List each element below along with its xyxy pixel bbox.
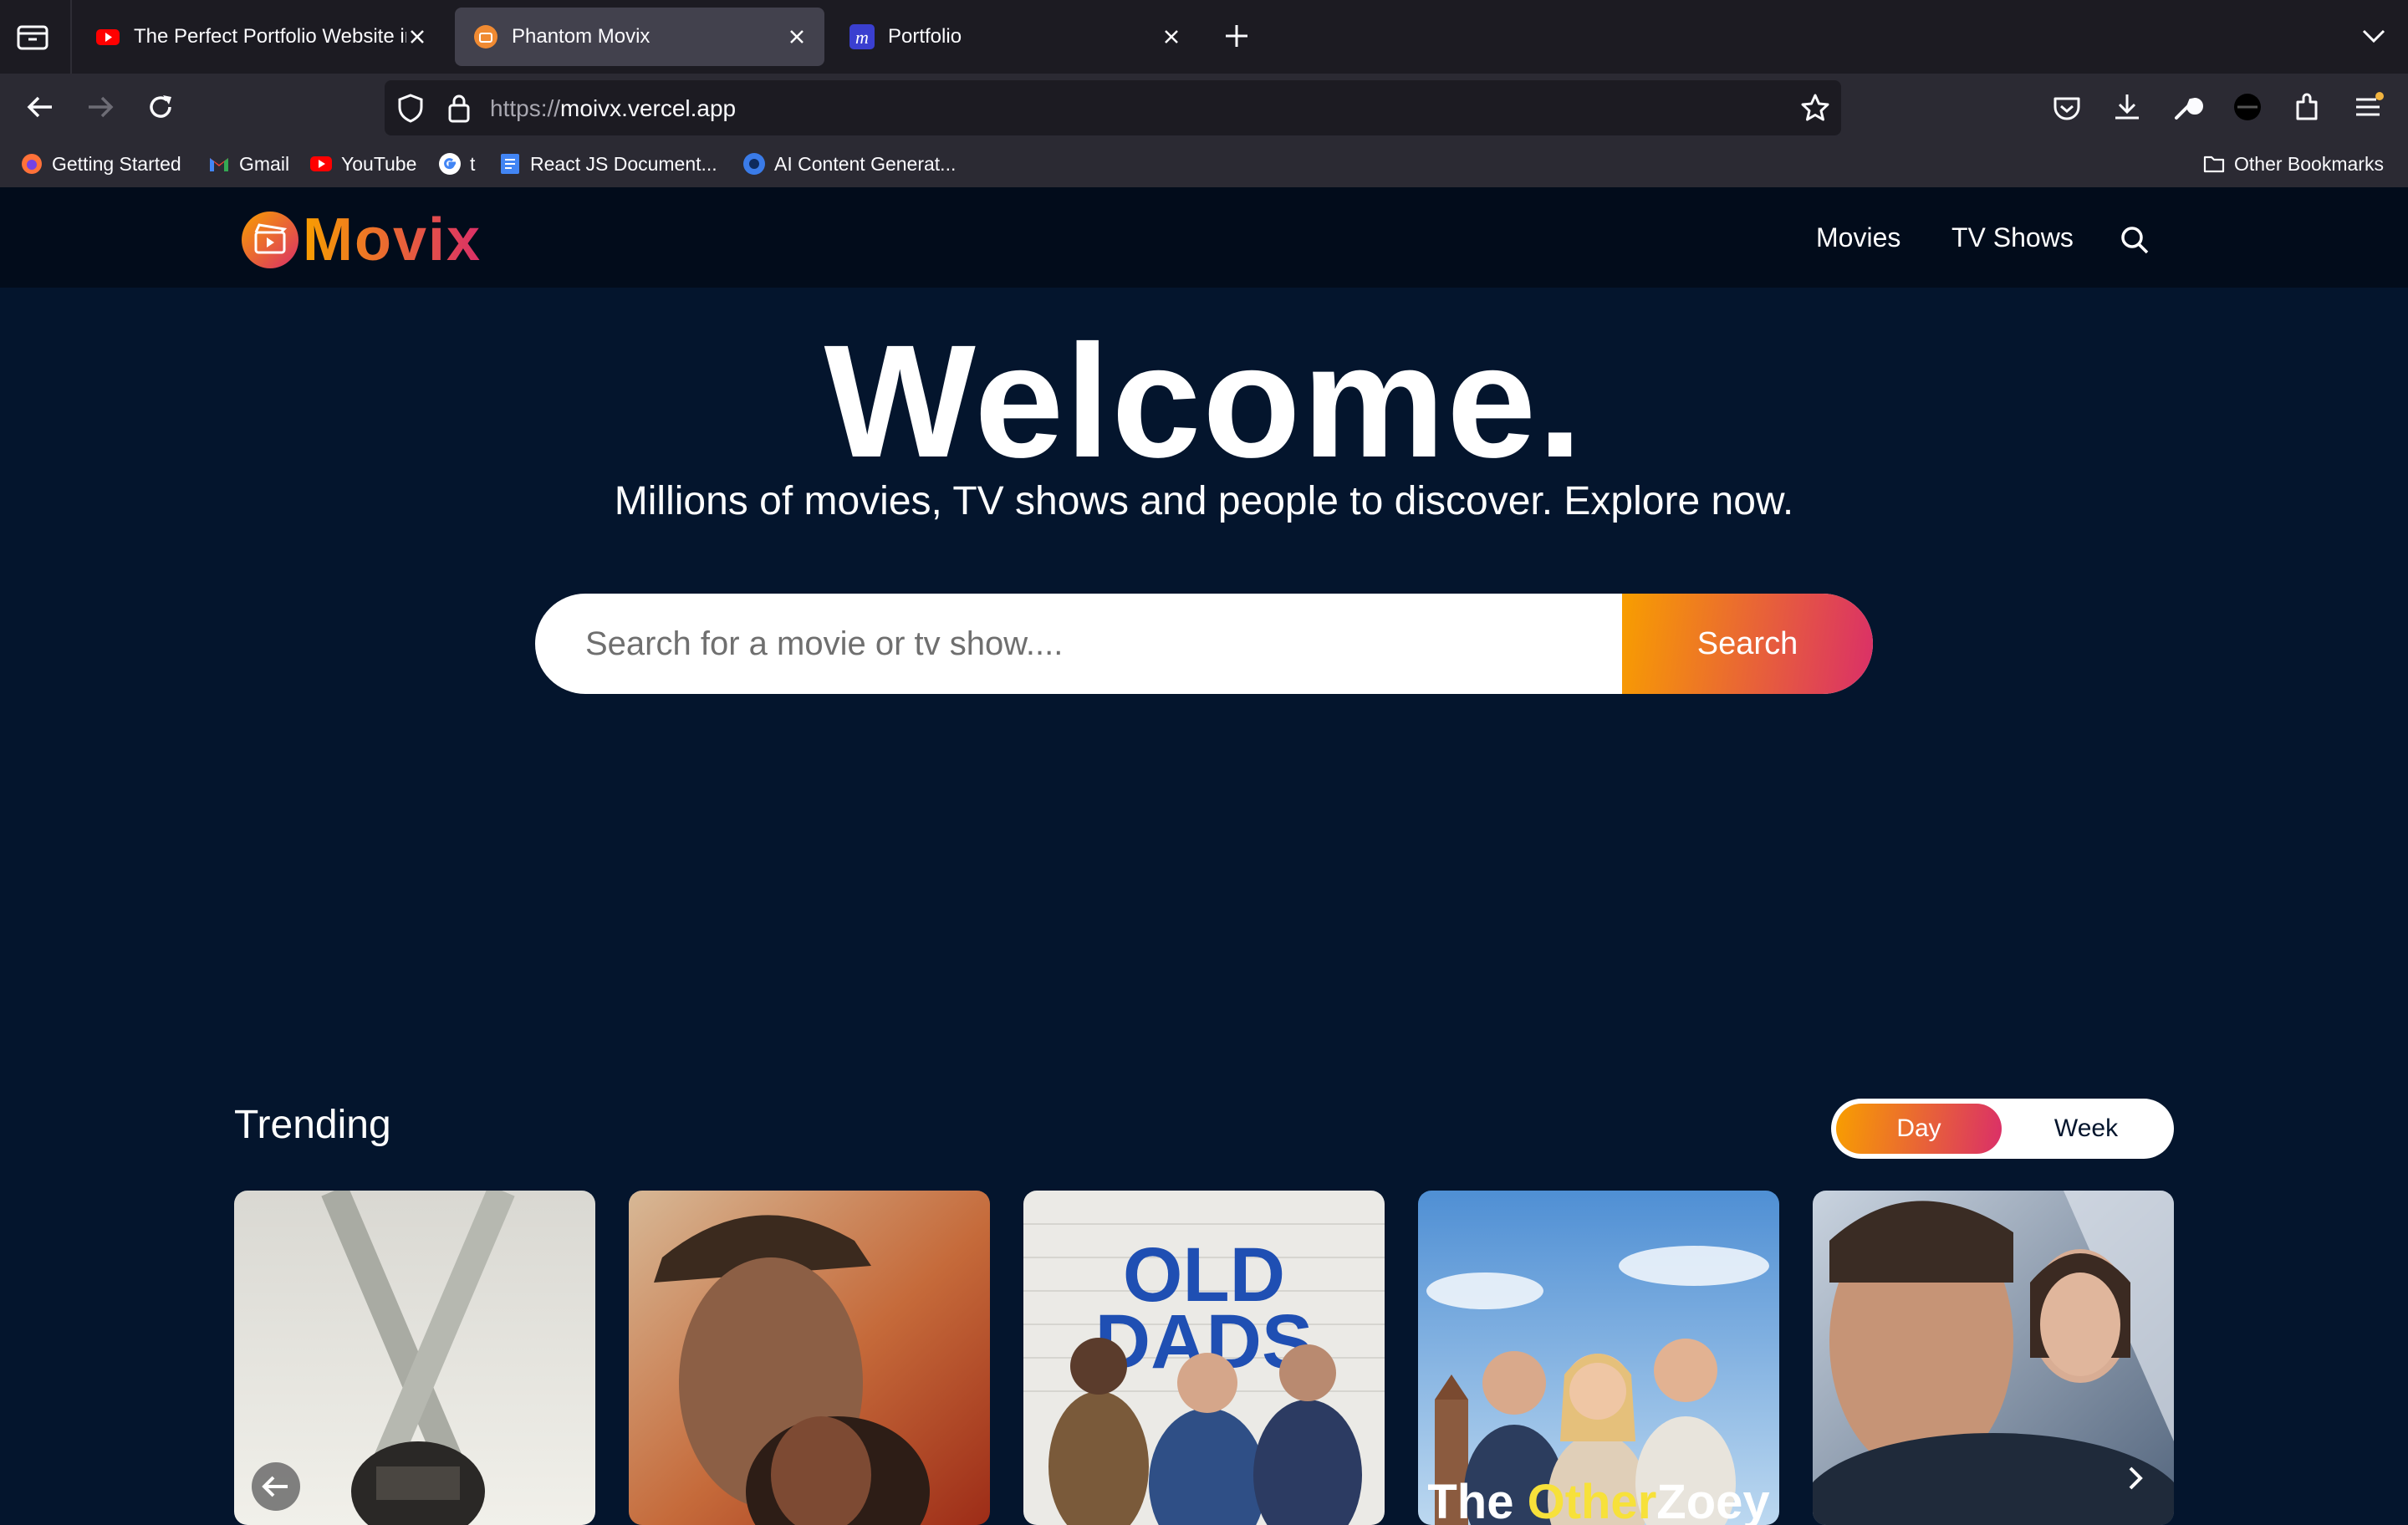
tab-separator xyxy=(70,0,72,74)
clapperboard-icon xyxy=(242,212,298,268)
bookmark-youtube[interactable]: YouTube xyxy=(309,147,416,181)
switch-day[interactable]: Day xyxy=(1836,1104,2002,1154)
search-icon[interactable] xyxy=(2119,224,2150,256)
menu-tv-shows[interactable]: TV Shows xyxy=(1951,222,2074,253)
svg-text:m: m xyxy=(855,27,869,48)
bookmark-react-docs[interactable]: React JS Document... xyxy=(498,147,717,181)
menu-movies[interactable]: Movies xyxy=(1816,222,1900,253)
youtube-icon xyxy=(96,29,120,45)
tab-phantom-movix[interactable]: Phantom Movix xyxy=(455,8,824,66)
close-icon[interactable] xyxy=(786,26,808,48)
movie-card[interactable]: The OtherZoey xyxy=(1418,1191,1779,1525)
folder-icon xyxy=(2203,156,2225,173)
logo-text: Movix xyxy=(303,207,482,273)
carousel-right-arrow-icon[interactable] xyxy=(2119,1461,2152,1495)
tab-label: Portfolio xyxy=(888,25,962,48)
tab-label: Phantom Movix xyxy=(512,25,650,48)
day-week-switch: Day Week xyxy=(1831,1099,2174,1159)
tab-portfolio[interactable]: m Portfolio xyxy=(831,8,1199,66)
poster-image: OLD DADS xyxy=(1023,1191,1385,1525)
switch-week[interactable]: Week xyxy=(2003,1104,2169,1154)
hero-title: Welcome. xyxy=(824,311,1584,491)
ai-icon xyxy=(743,153,765,175)
new-tab-icon[interactable] xyxy=(1222,22,1251,50)
movix-logo[interactable]: Movix xyxy=(241,206,482,274)
hero-subtitle: Millions of movies, TV shows and people … xyxy=(614,479,1794,523)
close-icon[interactable] xyxy=(1161,26,1182,48)
browser-tab-bar: The Perfect Portfolio Website in Phantom… xyxy=(0,0,2408,74)
account-avatar-icon[interactable] xyxy=(2231,90,2264,124)
gmail-icon xyxy=(210,158,228,171)
trending-title: Trending xyxy=(234,1103,391,1147)
back-arrow-icon[interactable] xyxy=(23,90,57,124)
poster-image: The OtherZoey xyxy=(1418,1191,1779,1525)
movix-icon xyxy=(474,25,497,48)
bookmark-google[interactable]: t xyxy=(438,147,475,181)
poster-image xyxy=(629,1191,990,1525)
lock-icon[interactable] xyxy=(446,92,472,124)
movie-card[interactable]: OLD DADS xyxy=(1023,1191,1385,1525)
pocket-icon[interactable] xyxy=(2050,92,2084,125)
forward-arrow-icon[interactable] xyxy=(84,90,117,124)
youtube-icon xyxy=(310,156,332,171)
url-text: https://moivx.vercel.app xyxy=(490,95,737,121)
shield-icon[interactable] xyxy=(396,93,425,123)
movie-card[interactable] xyxy=(629,1191,990,1525)
google-icon xyxy=(439,153,461,175)
poster-title-text: The OtherZoey xyxy=(1427,1475,1769,1525)
bookmark-ai-content[interactable]: AI Content Generat... xyxy=(742,147,956,181)
site-header: Movix Movies TV Shows xyxy=(0,187,2408,288)
chevron-down-icon[interactable] xyxy=(2360,22,2388,50)
download-icon[interactable] xyxy=(2110,90,2144,124)
wrench-icon[interactable] xyxy=(2171,90,2204,124)
hero-search-bar: Search xyxy=(535,594,1873,694)
tab-overview-icon[interactable] xyxy=(15,22,52,52)
bookmark-gmail[interactable]: Gmail xyxy=(207,147,289,181)
menu-icon[interactable] xyxy=(2351,90,2385,124)
close-icon[interactable] xyxy=(406,26,428,48)
extensions-icon[interactable] xyxy=(2291,90,2324,124)
reload-icon[interactable] xyxy=(144,90,177,124)
bookmark-getting-started[interactable]: Getting Started xyxy=(20,147,181,181)
portfolio-m-icon: m xyxy=(849,24,875,49)
bookmarks-toolbar: Getting Started Gmail YouTube t React JS… xyxy=(0,147,2408,181)
search-button[interactable]: Search xyxy=(1622,594,1873,694)
bookmark-star-icon[interactable] xyxy=(1799,92,1831,124)
firefox-icon xyxy=(22,154,42,174)
tab-label: The Perfect Portfolio Website in xyxy=(134,25,406,48)
bookmark-other-bookmarks[interactable]: Other Bookmarks xyxy=(2202,147,2384,181)
docs-icon xyxy=(501,154,519,174)
address-bar[interactable]: https://moivx.vercel.app xyxy=(385,80,1841,135)
tab-portfolio-video[interactable]: The Perfect Portfolio Website in xyxy=(77,8,445,66)
carousel-left-arrow-icon[interactable] xyxy=(251,1461,301,1512)
search-input[interactable] xyxy=(535,594,1622,694)
